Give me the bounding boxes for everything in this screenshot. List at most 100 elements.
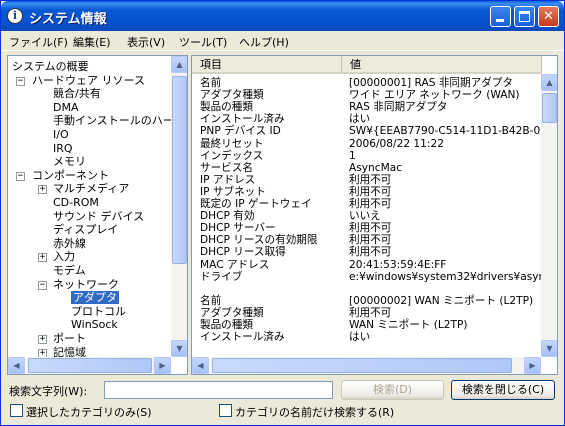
detail-row[interactable]: インストール済み はい bbox=[192, 113, 541, 125]
detail-vertical-scrollbar[interactable]: ▲ ▼ bbox=[541, 74, 557, 357]
detail-row-value: はい bbox=[349, 331, 371, 344]
close-search-button[interactable]: 検索を閉じる(C) bbox=[451, 380, 555, 400]
tree-item[interactable]: IRQ bbox=[53, 142, 73, 156]
detail-row-value: [00000001] RAS 非同期アダプタ bbox=[349, 77, 513, 89]
tree-item[interactable]: コンポーネント bbox=[32, 169, 109, 183]
search-button[interactable]: 検索(D) bbox=[341, 380, 444, 400]
tree-item[interactable]: 赤外線 bbox=[53, 237, 86, 251]
detail-row[interactable]: PNP デバイス ID SW¥{EEAB7790-C514-11D1-B42B-0… bbox=[192, 125, 547, 137]
minimize-button[interactable] bbox=[490, 6, 511, 27]
tree-item[interactable]: ネットワーク bbox=[53, 278, 119, 292]
detail-row[interactable]: DHCP 有効 いいえ bbox=[192, 210, 541, 222]
tree-item-label: メモリ bbox=[53, 155, 86, 169]
tree-scroll-thumb[interactable] bbox=[172, 76, 187, 264]
tree-item-label: WinSock bbox=[71, 318, 118, 332]
collapse-icon[interactable]: − bbox=[16, 171, 25, 181]
detail-row[interactable] bbox=[192, 283, 541, 295]
expand-icon[interactable]: + bbox=[38, 335, 47, 344]
detail-row[interactable]: ドライブ e:¥windows¥system32¥drivers¥asyncı bbox=[192, 271, 554, 283]
category-tree[interactable]: システムの概要 ハードウェア リソース − 競合/共有 DMA 手動インストールのハード I… bbox=[7, 55, 188, 375]
scroll-left-icon[interactable]: ◀ bbox=[8, 357, 25, 374]
detail-row[interactable]: インストール済み はい bbox=[192, 331, 541, 343]
scroll-down-icon[interactable]: ▼ bbox=[541, 340, 557, 357]
scroll-left-icon[interactable]: ◀ bbox=[192, 357, 209, 374]
detail-row[interactable]: 製品の種類 WAN ミニポート (L2TP) bbox=[192, 319, 541, 331]
detail-row[interactable]: 最終リセット 2006/08/22 11:22 bbox=[192, 138, 541, 150]
detail-scroll-thumb[interactable] bbox=[542, 93, 557, 123]
detail-row[interactable]: DHCP サーバー 利用不可 bbox=[192, 222, 541, 234]
detail-horizontal-scrollbar[interactable]: ◀ ▶ bbox=[192, 357, 541, 374]
detail-row[interactable]: アダプタ種類 利用不可 bbox=[192, 307, 541, 319]
detail-row[interactable]: MAC アドレス 20:41:53:59:4E:FF bbox=[192, 259, 541, 271]
tree-item[interactable]: ハードウェア リソース bbox=[32, 74, 145, 88]
tree-item[interactable]: ディスプレイ bbox=[53, 223, 118, 237]
collapse-icon[interactable]: − bbox=[16, 76, 25, 86]
tree-item[interactable]: システムの概要 bbox=[12, 60, 89, 74]
tree-item[interactable]: メモリ bbox=[53, 155, 86, 169]
detail-row[interactable]: 名前 [00000001] RAS 非同期アダプタ bbox=[192, 77, 541, 89]
tree-vertical-scrollbar[interactable]: ▲ ▼ bbox=[171, 56, 187, 357]
collapse-icon[interactable]: − bbox=[38, 280, 47, 290]
tree-item[interactable]: 手動インストールのハード bbox=[53, 114, 185, 128]
tree-item[interactable]: DMA bbox=[53, 101, 79, 115]
detail-row[interactable]: アダプタ種類 ワイド エリア ネットワーク (WAN) bbox=[192, 89, 541, 101]
close-button[interactable]: ✕ bbox=[538, 6, 559, 27]
scroll-down-icon[interactable]: ▼ bbox=[171, 340, 187, 357]
column-header-item[interactable]: 項目 bbox=[192, 56, 342, 74]
detail-list[interactable]: 項目 値 名前 [00000001] RAS 非同期アダプタ アダプタ種類 ワイド エ… bbox=[191, 55, 558, 375]
detail-row-value: 利用不可 bbox=[349, 173, 392, 186]
scroll-up-icon[interactable]: ▲ bbox=[171, 56, 187, 73]
detail-row[interactable]: インデックス 1 bbox=[192, 150, 541, 162]
detail-row[interactable]: DHCP リース取得 利用不可 bbox=[192, 246, 541, 258]
menu-help[interactable]: ヘルプ(H) bbox=[239, 34, 289, 50]
system-info-window: i システム情報 ✕ ファイル(F) 編集(E) 表示(V) ツール(T) ヘル… bbox=[0, 0, 565, 426]
detail-row-key: MAC アドレス bbox=[200, 258, 270, 271]
expand-icon[interactable]: + bbox=[38, 253, 47, 263]
detail-row-value: 利用不可 bbox=[349, 234, 392, 247]
menu-edit[interactable]: 編集(E) bbox=[73, 34, 111, 50]
detail-row-key: 最終リセット bbox=[200, 137, 264, 150]
detail-row[interactable]: IP アドレス 利用不可 bbox=[192, 174, 541, 186]
scroll-right-icon[interactable]: ▶ bbox=[154, 357, 171, 374]
detail-row[interactable]: IP サブネット 利用不可 bbox=[192, 186, 541, 198]
tree-item[interactable]: CD-ROM bbox=[53, 196, 99, 210]
detail-row[interactable]: 製品の種類 RAS 非同期アダプタ bbox=[192, 101, 541, 113]
detail-row[interactable]: 名前 [00000002] WAN ミニポート (L2TP) bbox=[192, 295, 541, 307]
detail-row-value: 利用不可 bbox=[349, 222, 392, 235]
tree-item[interactable]: 入力 bbox=[53, 250, 75, 264]
column-header-value[interactable]: 値 bbox=[342, 56, 542, 74]
detail-row[interactable]: DHCP リースの有効期限 利用不可 bbox=[192, 234, 541, 246]
expand-icon[interactable]: + bbox=[38, 185, 47, 195]
detail-row-value: WAN ミニポート (L2TP) bbox=[349, 319, 468, 331]
tree-horizontal-scrollbar[interactable]: ◀ ▶ bbox=[8, 357, 171, 374]
tree-item[interactable]: サウンド デバイス bbox=[53, 210, 144, 224]
scroll-up-icon[interactable]: ▲ bbox=[541, 74, 557, 91]
detail-row-value: e:¥windows¥system32¥drivers¥asyncı bbox=[349, 270, 554, 283]
menu-view[interactable]: 表示(V) bbox=[127, 34, 165, 50]
detail-row[interactable]: サービス名 AsyncMac bbox=[192, 162, 541, 174]
menu-file[interactable]: ファイル(F) bbox=[9, 34, 68, 50]
title-bar[interactable]: i システム情報 ✕ bbox=[1, 1, 564, 31]
tree-item[interactable]: I/O bbox=[53, 128, 69, 142]
tree-item-label: ネットワーク bbox=[53, 277, 119, 291]
search-label: 検索文字列(W): bbox=[9, 385, 88, 398]
detail-row-key: DHCP リース取得 bbox=[200, 246, 286, 259]
tree-item[interactable]: 競合/共有 bbox=[53, 87, 101, 101]
tree-item[interactable]: モデム bbox=[53, 264, 86, 278]
selected-category-only-checkbox[interactable] bbox=[10, 404, 23, 417]
tree-item[interactable]: WinSock bbox=[71, 318, 118, 332]
tree-item-label: ポート bbox=[53, 332, 86, 345]
search-input[interactable] bbox=[104, 381, 333, 399]
maximize-button[interactable] bbox=[514, 6, 535, 27]
tree-item[interactable]: プロトコル bbox=[71, 305, 126, 319]
menu-tools[interactable]: ツール(T) bbox=[179, 34, 227, 50]
detail-row-value: 利用不可 bbox=[349, 246, 392, 259]
scroll-right-icon[interactable]: ▶ bbox=[524, 357, 541, 374]
detail-hscroll-thumb[interactable] bbox=[212, 358, 512, 373]
category-names-only-checkbox[interactable] bbox=[219, 404, 232, 417]
tree-hscroll-thumb[interactable] bbox=[28, 358, 152, 373]
tree-item[interactable]: マルチメディア bbox=[53, 182, 129, 196]
tree-item[interactable]: ポート bbox=[53, 332, 86, 346]
detail-row[interactable]: 既定の IP ゲートウェイ 利用不可 bbox=[192, 198, 541, 210]
tree-item[interactable]: アダプタ bbox=[71, 291, 119, 305]
